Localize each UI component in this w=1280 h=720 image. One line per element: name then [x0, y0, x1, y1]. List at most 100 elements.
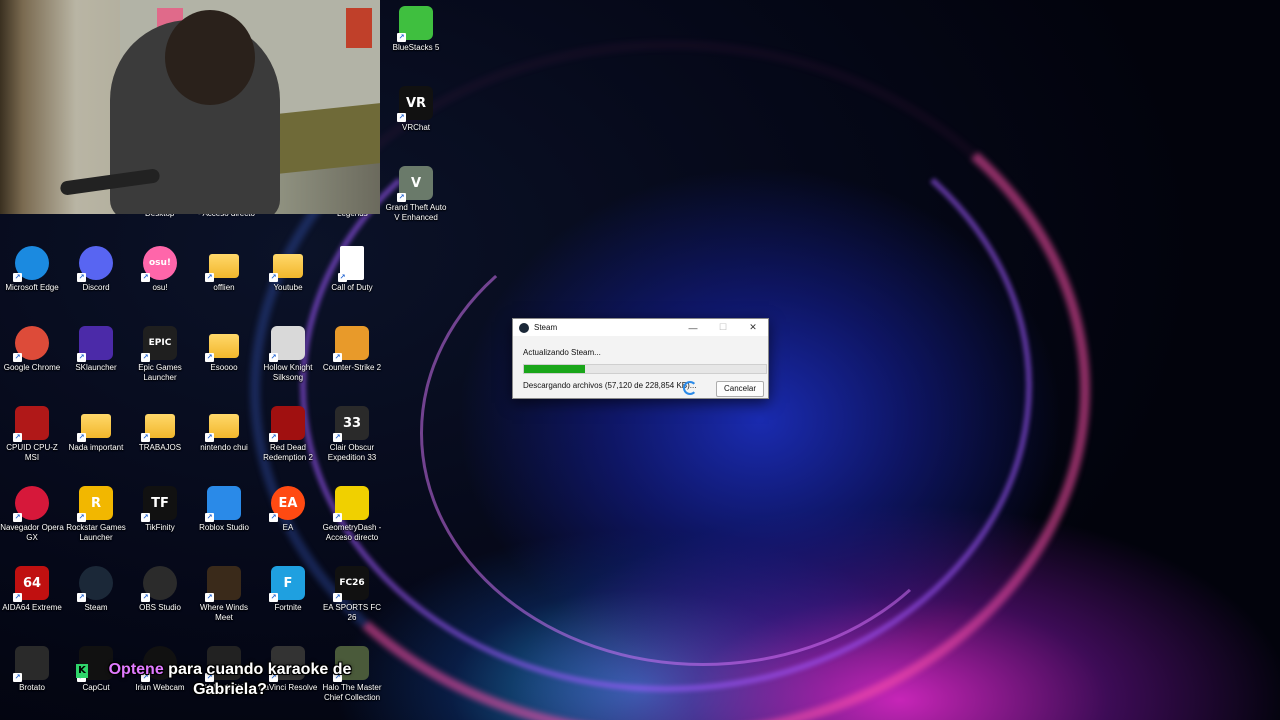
shortcut-arrow-icon: ↗: [141, 433, 150, 442]
ea-icon: EA ↗: [269, 486, 305, 522]
maximize-button[interactable]: ☐: [708, 322, 738, 333]
cancel-button[interactable]: Cancelar: [716, 381, 764, 397]
shortcut-arrow-icon: ↗: [205, 433, 214, 442]
desktop-icon[interactable]: EPIC ↗ Epic Games Launcher: [128, 326, 192, 383]
opera-gx-icon: ↗: [13, 486, 49, 522]
desktop-icon[interactable]: ↗ SKlauncher: [64, 326, 128, 373]
folder-icon: ↗: [77, 406, 113, 442]
caption-highlight: Optene: [108, 661, 164, 678]
desktop-icon[interactable]: R ↗ Rockstar Games Launcher: [64, 486, 128, 543]
desktop-icon[interactable]: ↗ Hollow Knight Silksong: [256, 326, 320, 383]
desktop-icon[interactable]: ↗ Brotato: [0, 646, 64, 693]
shortcut-arrow-icon: ↗: [333, 353, 342, 362]
desktop-icon[interactable]: ↗ BlueStacks 5: [384, 6, 448, 53]
shortcut-arrow-icon: ↗: [205, 353, 214, 362]
desktop-icon[interactable]: EA ↗ EA: [256, 486, 320, 533]
desktop-icon[interactable]: ↗ Where Winds Meet: [192, 566, 256, 623]
desktop-icon[interactable]: ↗ nintendo chui: [192, 406, 256, 453]
shortcut-arrow-icon: ↗: [141, 273, 150, 282]
desktop-icon-label: Counter-Strike 2: [322, 363, 382, 372]
obs-icon: ↗: [141, 566, 177, 602]
desktop-icon-label: TikFinity: [145, 523, 175, 532]
shortcut-arrow-icon: ↗: [269, 353, 278, 362]
stream-caption: Optene para cuando karaoke de Gabriela?: [100, 660, 360, 700]
desktop-icon-label: EA SPORTS FC 26: [322, 603, 382, 622]
desktop-icon[interactable]: ↗ Roblox Studio: [192, 486, 256, 533]
shortcut-arrow-icon: ↗: [397, 193, 406, 202]
desktop-icon-label: Red Dead Redemption 2: [263, 443, 313, 462]
shortcut-arrow-icon: ↗: [205, 273, 214, 282]
shortcut-arrow-icon: ↗: [269, 433, 278, 442]
desktop-icon[interactable]: ↗ Counter-Strike 2: [320, 326, 384, 373]
desktop-icon[interactable]: osu! ↗ osu!: [128, 246, 192, 293]
folder-icon: ↗: [205, 406, 241, 442]
desktop-icon[interactable]: 64 ↗ AIDA64 Extreme: [0, 566, 64, 613]
roblox-studio-icon: ↗: [205, 486, 241, 522]
desktop-icon[interactable]: F ↗ Fortnite: [256, 566, 320, 613]
desktop-icon[interactable]: VR ↗ VRChat: [384, 86, 448, 133]
clair-obscur-icon: 33 ↗: [333, 406, 369, 442]
desktop-icon[interactable]: ↗ Microsoft Edge: [0, 246, 64, 293]
where-winds-meet-icon: ↗: [205, 566, 241, 602]
desktop-icon-label: Youtube: [273, 283, 303, 292]
shortcut-arrow-icon: ↗: [77, 513, 86, 522]
vrchat-icon: VR ↗: [397, 86, 433, 122]
brotato-icon: ↗: [13, 646, 49, 682]
desktop-icon[interactable]: ↗ GeometryDash - Acceso directo: [320, 486, 384, 543]
epic-games-icon: EPIC ↗: [141, 326, 177, 362]
desktop-icon-label: Nada important: [68, 443, 124, 452]
desktop-icon[interactable]: ↗ Call of Duty: [320, 246, 384, 293]
minimize-button[interactable]: —: [678, 323, 708, 333]
desktop-icon[interactable]: ↗ TRABAJOS: [128, 406, 192, 453]
desktop-icon[interactable]: ↗ Steam: [64, 566, 128, 613]
desktop-icon[interactable]: ↗ CPUID CPU-Z MSI: [0, 406, 64, 463]
progress-fill: [524, 365, 585, 373]
desktop-icon-label: osu!: [152, 283, 168, 292]
dialog-titlebar[interactable]: Steam — ☐ ✕: [513, 319, 768, 336]
bluestacks-icon: ↗: [397, 6, 433, 42]
aida64-icon: 64 ↗: [13, 566, 49, 602]
webcam-overlay: [0, 0, 380, 214]
desktop-icon[interactable]: TF ↗ TikFinity: [128, 486, 192, 533]
desktop-icon[interactable]: 33 ↗ Clair Obscur Expedition 33: [320, 406, 384, 463]
shortcut-arrow-icon: ↗: [269, 513, 278, 522]
desktop-icon[interactable]: ↗ OBS Studio: [128, 566, 192, 613]
desktop-icon-label: Clair Obscur Expedition 33: [327, 443, 377, 462]
desktop-icon[interactable]: ↗ Navegador Opera GX: [0, 486, 64, 543]
desktop-icon-label: Google Chrome: [3, 363, 61, 372]
shortcut-arrow-icon: ↗: [141, 593, 150, 602]
desktop-icon[interactable]: ↗ Youtube: [256, 246, 320, 293]
close-button[interactable]: ✕: [738, 322, 768, 333]
shortcut-arrow-icon: ↗: [13, 273, 22, 282]
shortcut-arrow-icon: ↗: [205, 513, 214, 522]
fc26-icon: FC26 ↗: [333, 566, 369, 602]
desktop-icon[interactable]: ↗ offlien: [192, 246, 256, 293]
desktop-icon-label: Hollow Knight Silksong: [263, 363, 313, 382]
desktop-icon-label: nintendo chui: [200, 443, 248, 452]
desktop-icon[interactable]: V ↗ Grand Theft Auto V Enhanced: [384, 166, 448, 223]
desktop-icon[interactable]: ↗ Esoooo: [192, 326, 256, 373]
desktop-icon[interactable]: ↗ Red Dead Redemption 2: [256, 406, 320, 463]
desktop-icon-label: GeometryDash - Acceso directo: [322, 523, 382, 542]
osu-icon: osu! ↗: [141, 246, 177, 282]
desktop-icon-label: TRABAJOS: [138, 443, 182, 452]
update-status-text: Actualizando Steam...: [523, 348, 601, 357]
shortcut-arrow-icon: ↗: [205, 593, 214, 602]
desktop-icon[interactable]: ↗ Discord: [64, 246, 128, 293]
rockstar-icon: R ↗: [77, 486, 113, 522]
desktop-icon[interactable]: ↗ Google Chrome: [0, 326, 64, 373]
desktop-icon-label: Fortnite: [274, 603, 302, 612]
desktop-icon-label: offlien: [213, 283, 235, 292]
folder-icon: ↗: [205, 326, 241, 362]
shortcut-arrow-icon: ↗: [13, 433, 22, 442]
desktop-icon-label: SKlauncher: [75, 363, 117, 372]
shortcut-arrow-icon: ↗: [397, 113, 406, 122]
shortcut-arrow-icon: ↗: [338, 273, 347, 282]
shortcut-arrow-icon: ↗: [13, 513, 22, 522]
desktop-icon-label: Call of Duty: [331, 283, 373, 292]
desktop-icon[interactable]: FC26 ↗ EA SPORTS FC 26: [320, 566, 384, 623]
desktop-icon[interactable]: ↗ Nada important: [64, 406, 128, 453]
streamer-head: [165, 10, 255, 105]
shortcut-arrow-icon: ↗: [13, 593, 22, 602]
shortcut-arrow-icon: ↗: [333, 433, 342, 442]
